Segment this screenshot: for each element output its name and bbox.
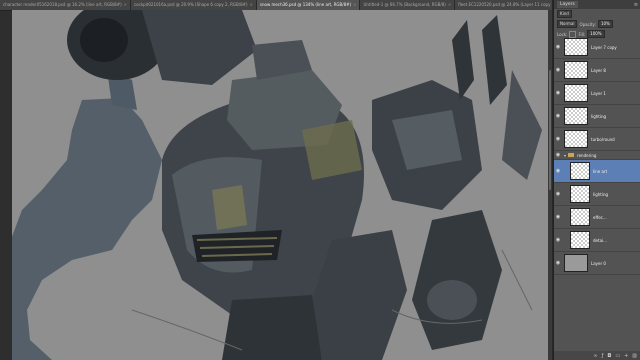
close-icon[interactable]: ×	[124, 0, 127, 10]
panel-header: Layers ≡	[554, 0, 640, 9]
eye-icon[interactable]: ◉	[554, 44, 562, 50]
panel-footer: ∞ ƒ ◘ ▭ + ▥	[554, 351, 640, 360]
eye-icon[interactable]: ◉	[554, 168, 562, 174]
layer-group-row[interactable]: ◉ ▾ rendering	[554, 151, 640, 160]
eye-icon[interactable]: ◉	[554, 260, 562, 266]
layer-row-selected[interactable]: ◉ line art	[554, 160, 640, 183]
folder-icon[interactable]: ▭	[615, 353, 620, 359]
tab-label: cockpit021016a.psd @ 20.9% (Shape 6 copy…	[133, 2, 248, 7]
tab-label: Untitled-1 @ 66.7% (Background, RGB/8)	[363, 2, 446, 7]
opacity-field[interactable]: 10%	[597, 20, 613, 28]
layer-thumbnail	[564, 38, 588, 56]
kind-filter-select[interactable]: Kind	[557, 10, 572, 18]
layer-thumbnail	[564, 84, 588, 102]
layer-row[interactable]: ◉ effec...	[554, 206, 640, 229]
tab-label: fleet EC1220520.psd @ 24.8% (Layer 11 co…	[458, 2, 552, 7]
link-icon[interactable]: ∞	[593, 353, 597, 359]
eye-icon[interactable]: ◉	[554, 67, 562, 73]
vertical-scrollbar[interactable]	[548, 10, 552, 360]
layer-thumbnail	[570, 231, 590, 249]
layer-name: Layer 7 copy	[591, 44, 617, 50]
layer-thumbnail	[564, 61, 588, 79]
layer-name: lighting	[591, 113, 607, 119]
layers-tab[interactable]: Layers	[557, 1, 578, 8]
layer-row[interactable]: ◉ lighting	[554, 183, 640, 206]
document-tab-active[interactable]: snow mech36.psd @ 134% (line art, RGB/8#…	[256, 0, 361, 10]
folder-icon	[568, 153, 575, 157]
layer-thumbnail	[564, 130, 588, 148]
close-icon[interactable]: ×	[250, 0, 253, 10]
claw-finger	[482, 15, 507, 105]
eye-icon[interactable]: ◉	[554, 113, 562, 119]
layer-row[interactable]: ◉ detai...	[554, 229, 640, 252]
layer-name: lighting	[593, 191, 609, 197]
layer-thumbnail	[564, 107, 588, 125]
layer-thumbnail	[570, 162, 590, 180]
eye-icon[interactable]: ◉	[554, 136, 562, 142]
mech-artwork	[12, 10, 542, 360]
layer-thumbnail	[564, 254, 588, 272]
layer-name: turbo/round	[591, 136, 615, 142]
panel-menu-icon[interactable]: ≡	[634, 2, 638, 8]
cannon-muzzle	[80, 18, 128, 62]
eye-icon[interactable]: ◉	[554, 90, 562, 96]
document-tab[interactable]: fleet EC1220520.psd @ 24.8% (Layer 11 co…	[455, 0, 552, 10]
new-layer-icon[interactable]: +	[624, 353, 628, 359]
knee-joint	[427, 280, 477, 320]
mask-icon[interactable]: ◘	[607, 353, 611, 359]
layer-name: detai...	[593, 237, 607, 243]
document-tab[interactable]: cockpit021016a.psd @ 20.9% (Shape 6 copy…	[130, 0, 257, 10]
layer-name: Layer 1	[591, 90, 606, 96]
layer-row[interactable]: ◉ Layer 1	[554, 82, 640, 105]
tab-label: snow mech36.psd @ 134% (line art, RGB/8#…	[259, 2, 352, 7]
chevron-down-icon[interactable]: ▾	[564, 153, 566, 158]
layer-row[interactable]: ◉ Layer 8	[554, 59, 640, 82]
scroll-thumb[interactable]	[549, 70, 551, 190]
layer-thumbnail	[570, 208, 590, 226]
layer-name: effec...	[593, 214, 607, 220]
document-tab[interactable]: Untitled-1 @ 66.7% (Background, RGB/8) ×	[360, 0, 456, 10]
eye-icon[interactable]: ◉	[554, 191, 562, 197]
layer-name: line art	[593, 168, 608, 174]
filter-row: Kind	[554, 9, 640, 19]
opacity-label: Opacity:	[579, 21, 596, 27]
fx-icon[interactable]: ƒ	[602, 353, 604, 359]
layer-row[interactable]: ◉ lighting	[554, 105, 640, 128]
eye-icon[interactable]: ◉	[554, 214, 562, 220]
blend-mode-select[interactable]: Normal	[557, 20, 578, 28]
side-plate	[302, 120, 362, 180]
close-icon[interactable]: ×	[353, 0, 356, 10]
layer-list: ◉ Layer 7 copy ◉ Layer 8 ◉ Layer 1 ◉ lightin…	[554, 36, 640, 275]
hip-assembly	[222, 295, 322, 360]
claw-finger	[452, 20, 474, 100]
layers-panel: Layers ≡ Kind Normal Opacity: 10% Lock: …	[553, 0, 640, 360]
layer-thumbnail	[570, 185, 590, 203]
layer-name: Layer 8	[591, 67, 606, 73]
close-icon[interactable]: ×	[448, 0, 451, 10]
group-name: rendering	[577, 152, 597, 158]
cannon-body	[142, 10, 257, 85]
layer-row[interactable]: ◉ Layer 0	[554, 252, 640, 275]
claw-finger	[502, 70, 542, 180]
document-canvas[interactable]	[12, 10, 552, 360]
sketch-silhouette	[12, 98, 162, 360]
layer-row[interactable]: ◉ Layer 7 copy	[554, 36, 640, 59]
eye-icon[interactable]: ◉	[554, 237, 562, 243]
blend-row: Normal Opacity: 10%	[554, 19, 640, 29]
right-leg	[412, 210, 502, 350]
trash-icon[interactable]: ▥	[632, 353, 637, 359]
layer-name: Layer 0	[591, 260, 606, 266]
document-tab[interactable]: character render05162018.psd @ 16.2% (li…	[0, 0, 131, 10]
eye-icon[interactable]: ◉	[554, 152, 562, 158]
torso-highlight	[212, 185, 247, 230]
layer-row[interactable]: ◉ turbo/round	[554, 128, 640, 151]
tab-label: character render05162018.psd @ 16.2% (li…	[3, 2, 122, 7]
